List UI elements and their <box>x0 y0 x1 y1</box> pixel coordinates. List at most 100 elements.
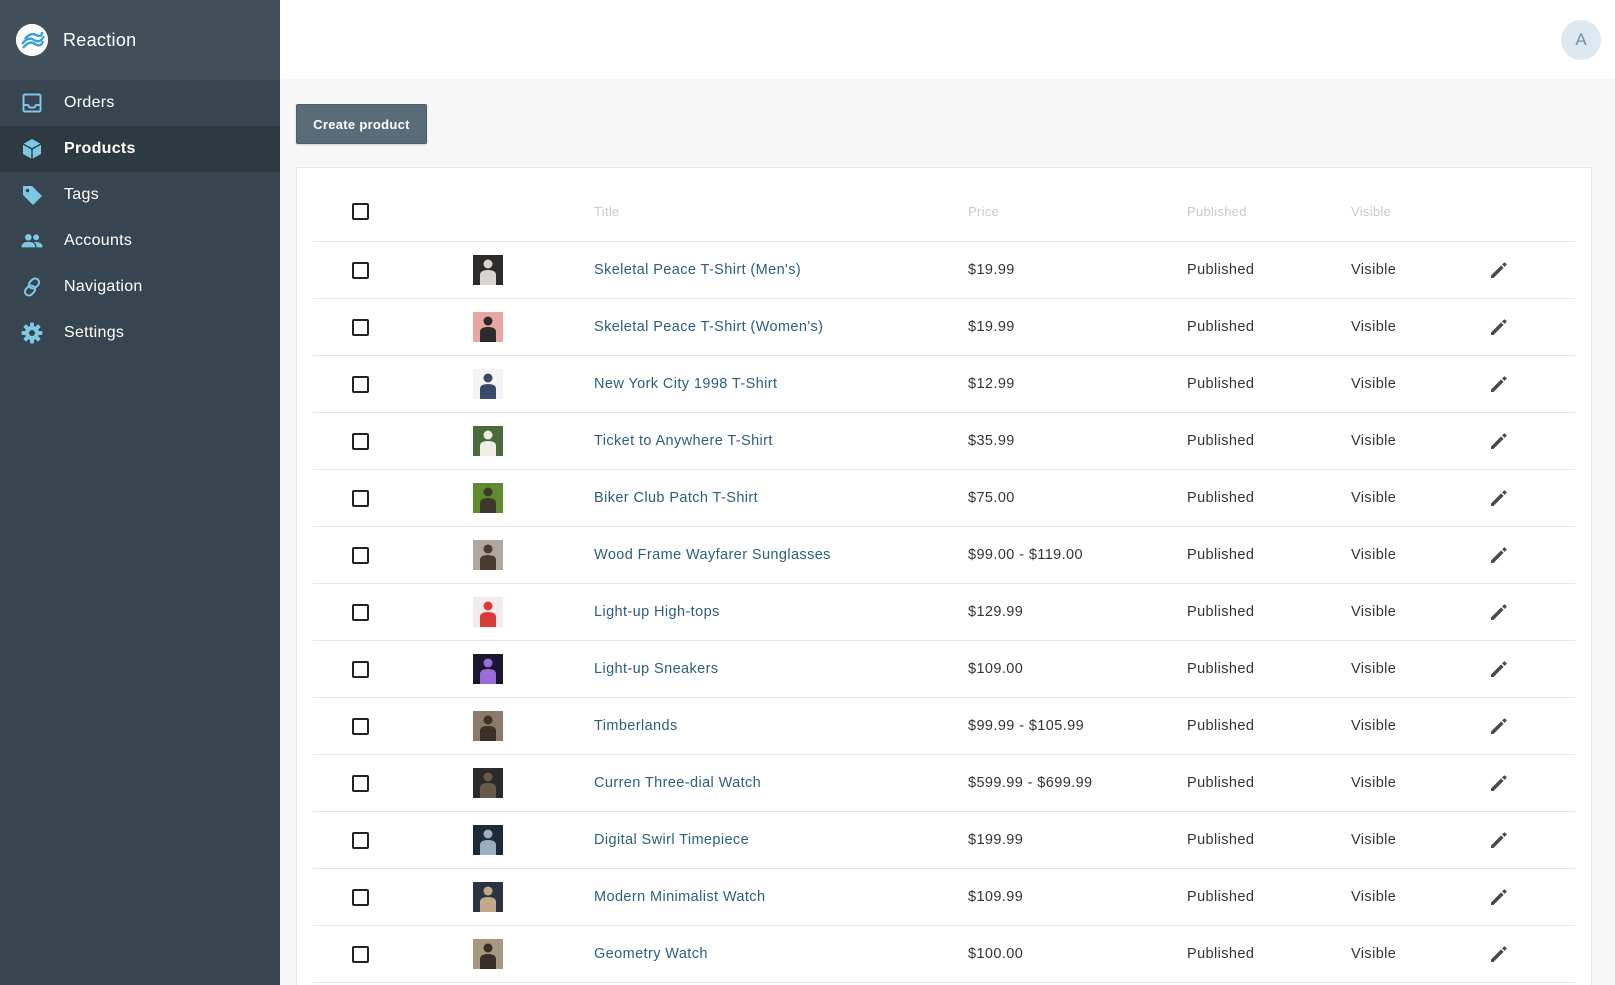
sidebar-item-products[interactable]: Products <box>0 126 280 172</box>
brand[interactable]: Reaction <box>0 0 280 80</box>
row-thumbnail-cell <box>473 641 503 697</box>
pencil-icon[interactable] <box>1487 486 1511 510</box>
table-row[interactable]: Curren Three-dial Watch $599.99 - $699.9… <box>313 755 1575 812</box>
header-published[interactable]: Published <box>1187 204 1247 219</box>
row-checkbox[interactable] <box>352 261 369 279</box>
pencil-icon[interactable] <box>1487 771 1511 795</box>
row-checkbox[interactable] <box>352 888 369 906</box>
row-checkbox[interactable] <box>352 774 369 792</box>
row-thumbnail-cell <box>473 299 503 355</box>
pencil-icon[interactable] <box>1487 372 1511 396</box>
table-row[interactable]: Skeletal Peace T-Shirt (Men's) $19.99 Pu… <box>313 242 1575 299</box>
table-row[interactable]: Wood Frame Wayfarer Sunglasses $99.00 - … <box>313 527 1575 584</box>
product-thumbnail[interactable] <box>473 654 503 684</box>
pencil-icon[interactable] <box>1487 828 1511 852</box>
product-title-link[interactable]: Wood Frame Wayfarer Sunglasses <box>594 547 831 563</box>
row-thumbnail-cell <box>473 527 503 583</box>
product-title-link[interactable]: Light-up Sneakers <box>594 661 719 677</box>
sidebar-item-orders[interactable]: Orders <box>0 80 280 126</box>
product-title-link[interactable]: Skeletal Peace T-Shirt (Men's) <box>594 262 801 278</box>
cube-icon <box>21 138 43 160</box>
row-checkbox[interactable] <box>352 603 369 621</box>
row-checkbox[interactable] <box>352 660 369 678</box>
product-title-link[interactable]: Ticket to Anywhere T-Shirt <box>594 433 773 449</box>
tag-icon <box>21 184 43 206</box>
pencil-icon[interactable] <box>1487 942 1511 966</box>
published-status: Published <box>1187 946 1255 962</box>
product-title-link[interactable]: Digital Swirl Timepiece <box>594 832 749 848</box>
table-row[interactable]: Light-up High-tops $129.99 Published Vis… <box>313 584 1575 641</box>
product-thumbnail[interactable] <box>473 312 503 342</box>
table-row[interactable]: Skeletal Peace T-Shirt (Women's) $19.99 … <box>313 299 1575 356</box>
product-price: $19.99 <box>968 319 1015 335</box>
pencil-icon[interactable] <box>1487 258 1511 282</box>
pencil-icon[interactable] <box>1487 429 1511 453</box>
product-price: $99.99 - $105.99 <box>968 718 1085 734</box>
published-status: Published <box>1187 718 1255 734</box>
create-product-button[interactable]: Create product <box>296 104 427 144</box>
row-checkbox[interactable] <box>352 375 369 393</box>
table-row[interactable]: Biker Club Patch T-Shirt $75.00 Publishe… <box>313 470 1575 527</box>
product-thumbnail[interactable] <box>473 483 503 513</box>
row-edit-cell <box>1487 356 1511 412</box>
pencil-icon[interactable] <box>1487 315 1511 339</box>
product-title-link[interactable]: Light-up High-tops <box>594 604 720 620</box>
product-thumbnail[interactable] <box>473 597 503 627</box>
product-title-link[interactable]: Curren Three-dial Watch <box>594 775 761 791</box>
row-thumbnail-cell <box>473 356 503 412</box>
row-checkbox[interactable] <box>352 318 369 336</box>
avatar[interactable]: A <box>1561 20 1601 60</box>
table-row[interactable]: Light-up Sneakers $109.00 Published Visi… <box>313 641 1575 698</box>
pencil-icon[interactable] <box>1487 657 1511 681</box>
pencil-icon[interactable] <box>1487 543 1511 567</box>
product-thumbnail[interactable] <box>473 426 503 456</box>
product-thumbnail[interactable] <box>473 540 503 570</box>
row-edit-cell <box>1487 299 1511 355</box>
sidebar-item-accounts[interactable]: Accounts <box>0 218 280 264</box>
product-title-link[interactable]: Biker Club Patch T-Shirt <box>594 490 758 506</box>
row-title-cell: Timberlands <box>594 698 678 754</box>
product-title-link[interactable]: Geometry Watch <box>594 946 708 962</box>
product-thumbnail[interactable] <box>473 882 503 912</box>
row-checkbox[interactable] <box>352 546 369 564</box>
header-title[interactable]: Title <box>594 204 620 219</box>
sidebar-item-navigation[interactable]: Navigation <box>0 264 280 310</box>
sidebar-item-label: Tags <box>64 186 99 203</box>
published-status: Published <box>1187 376 1255 392</box>
product-thumbnail[interactable] <box>473 369 503 399</box>
table-row[interactable]: Modern Minimalist Watch $109.99 Publishe… <box>313 869 1575 926</box>
row-checkbox[interactable] <box>352 489 369 507</box>
row-edit-cell <box>1487 641 1511 697</box>
row-checkbox[interactable] <box>352 717 369 735</box>
header-visible[interactable]: Visible <box>1351 204 1391 219</box>
product-thumbnail[interactable] <box>473 939 503 969</box>
table-row[interactable]: Digital Swirl Timepiece $199.99 Publishe… <box>313 812 1575 869</box>
row-select-cell <box>352 584 369 640</box>
table-row[interactable]: Geometry Watch $100.00 Published Visible <box>313 926 1575 983</box>
sidebar-item-settings[interactable]: Settings <box>0 310 280 356</box>
product-thumbnail[interactable] <box>473 255 503 285</box>
row-checkbox[interactable] <box>352 945 369 963</box>
select-all-checkbox[interactable] <box>352 203 369 220</box>
header-price[interactable]: Price <box>968 204 999 219</box>
product-title-link[interactable]: Skeletal Peace T-Shirt (Women's) <box>594 319 823 335</box>
product-thumbnail[interactable] <box>473 768 503 798</box>
pencil-icon[interactable] <box>1487 714 1511 738</box>
row-checkbox[interactable] <box>352 432 369 450</box>
product-title-link[interactable]: Modern Minimalist Watch <box>594 889 765 905</box>
product-thumbnail[interactable] <box>473 711 503 741</box>
sidebar-item-label: Orders <box>64 94 115 111</box>
row-thumbnail-cell <box>473 812 503 868</box>
sidebar-item-tags[interactable]: Tags <box>0 172 280 218</box>
table-row[interactable]: Ticket to Anywhere T-Shirt $35.99 Publis… <box>313 413 1575 470</box>
pencil-icon[interactable] <box>1487 600 1511 624</box>
pencil-icon[interactable] <box>1487 885 1511 909</box>
row-select-cell <box>352 470 369 526</box>
product-title-link[interactable]: New York City 1998 T-Shirt <box>594 376 777 392</box>
row-checkbox[interactable] <box>352 831 369 849</box>
product-thumbnail[interactable] <box>473 825 503 855</box>
table-row[interactable]: Timberlands $99.99 - $105.99 Published V… <box>313 698 1575 755</box>
product-title-link[interactable]: Timberlands <box>594 718 678 734</box>
table-row[interactable]: New York City 1998 T-Shirt $12.99 Publis… <box>313 356 1575 413</box>
reaction-logo-icon <box>16 24 48 56</box>
